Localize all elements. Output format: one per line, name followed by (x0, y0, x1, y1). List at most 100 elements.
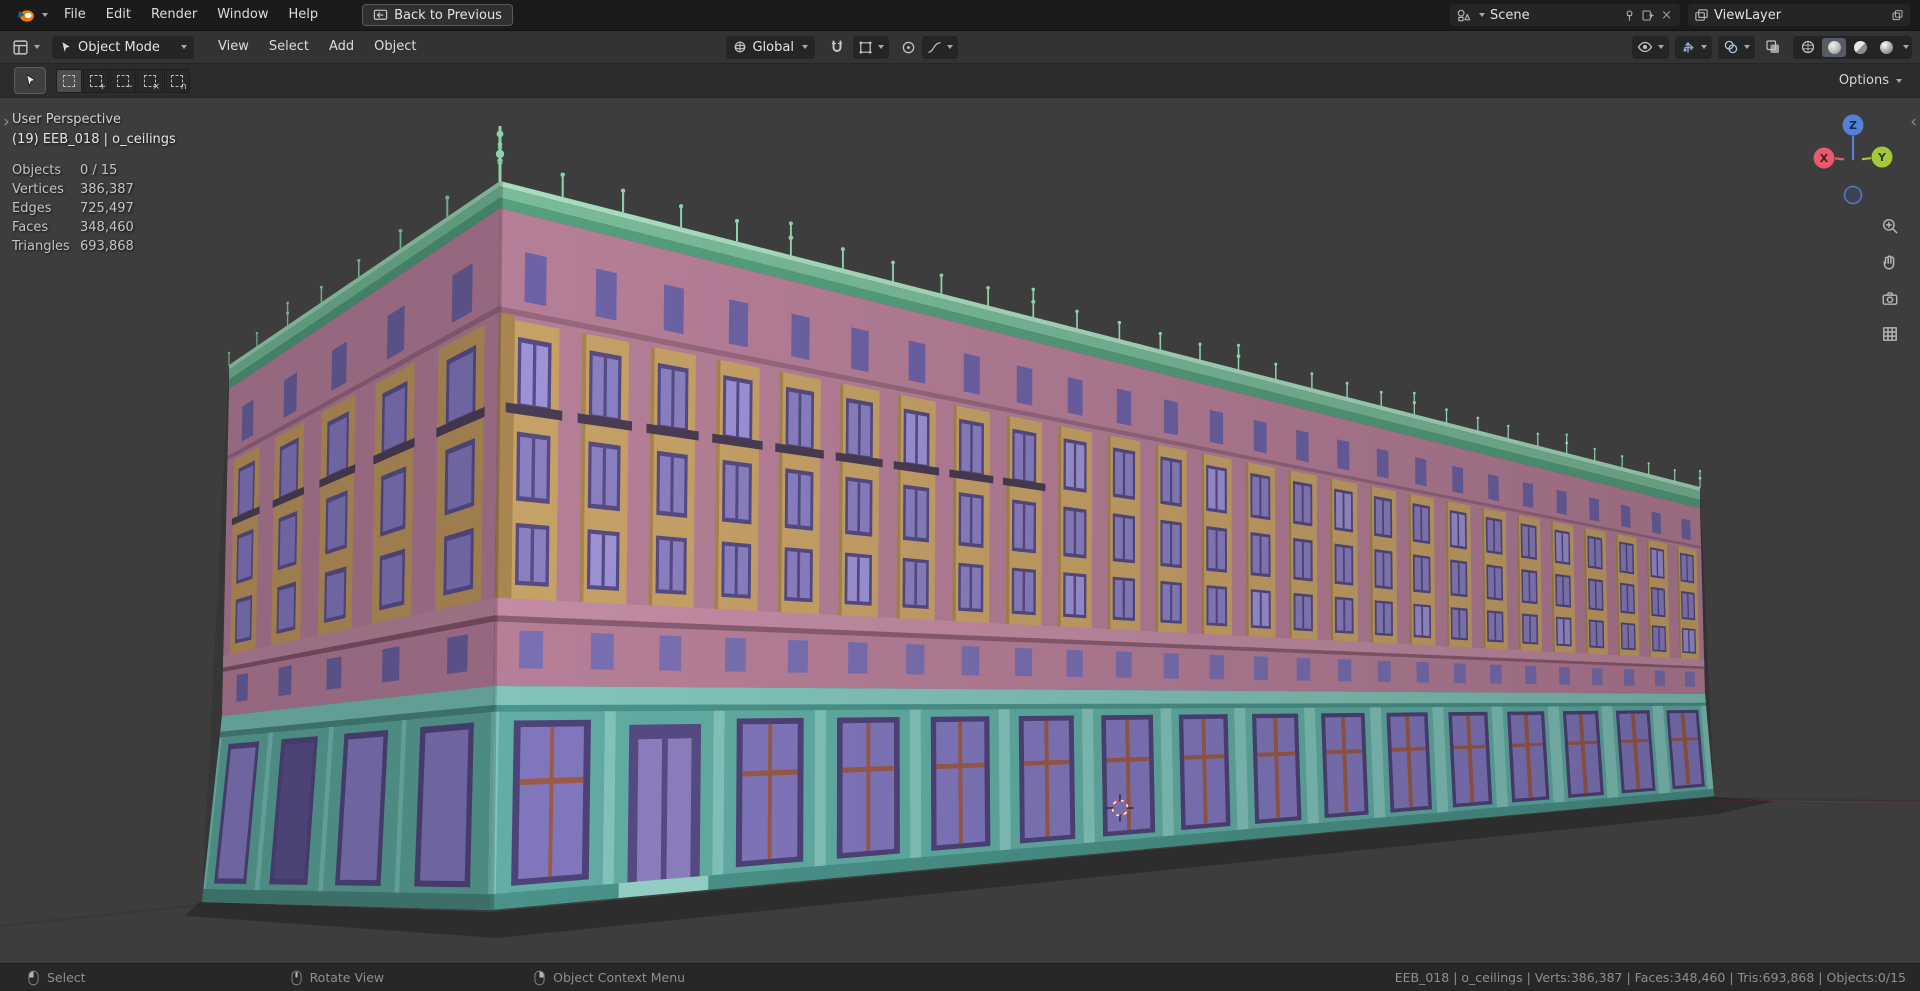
shading-wireframe-button[interactable] (1796, 38, 1820, 57)
pan-button[interactable] (1880, 252, 1900, 272)
pin-icon[interactable] (1623, 9, 1636, 22)
solid-shading-icon (1827, 40, 1841, 54)
stat-row: Vertices 386,387 (12, 182, 134, 197)
shading-material-button[interactable] (1848, 38, 1872, 57)
snap-toggle[interactable] (825, 36, 849, 59)
chevron-down-icon (1658, 45, 1664, 49)
camera-view-button[interactable] (1880, 288, 1900, 308)
select-intersect-button[interactable]: ∩ (164, 68, 190, 93)
material-preview-icon (1853, 40, 1867, 54)
orientation-global-icon (735, 41, 746, 53)
select-subtract-button[interactable]: − (110, 68, 136, 93)
gizmo-x-label: X (1820, 152, 1829, 165)
snap-target-icon (859, 41, 872, 53)
menu-add[interactable]: Add (319, 32, 364, 62)
hint-rotate-view: Rotate View (291, 970, 384, 986)
menu-view[interactable]: View (208, 32, 259, 62)
select-tool-cursor-icon (25, 74, 36, 88)
gizmos-dropdown[interactable] (1675, 35, 1712, 59)
active-tool-button[interactable] (14, 67, 46, 94)
editor-type-button[interactable] (8, 36, 44, 59)
gizmo-z-label: Z (1849, 119, 1857, 132)
select-extend-button[interactable]: + (83, 68, 109, 93)
mode-dropdown[interactable]: Object Mode (52, 35, 194, 59)
gizmo-y-label: Y (1877, 151, 1887, 164)
chevron-down-icon (946, 45, 953, 49)
hint-context-label: Object Context Menu (553, 970, 686, 985)
back-to-previous-button[interactable]: Back to Previous (362, 4, 513, 26)
proportional-editing-toggle[interactable] (897, 36, 920, 59)
back-button-label: Back to Previous (394, 7, 502, 23)
viewport-3d[interactable]: › ‹ User Perspective (19) EEB_018 | o_ce… (0, 98, 1920, 963)
overlays-icon (1724, 40, 1738, 54)
statusbar: Select Rotate View Object Context Menu E… (0, 963, 1920, 991)
topbar: File Edit Render Window Help Back to Pre… (0, 0, 1920, 31)
chevron-down-icon (181, 45, 187, 49)
zoom-icon (1882, 218, 1898, 234)
viewlayer-name: ViewLayer (1714, 7, 1782, 23)
statistics-table: Objects 0 / 15 Vertices 386,387 Edges 725,4… (12, 161, 134, 256)
shading-solid-button[interactable] (1822, 37, 1846, 57)
perspective-toggle-button[interactable] (1880, 324, 1900, 344)
mouse-left-icon (28, 970, 39, 985)
options-dropdown[interactable]: Options (1839, 73, 1906, 88)
blender-app-menu[interactable] (10, 5, 54, 25)
falloff-curve-icon (928, 41, 941, 53)
gizmo-z-negative-axis[interactable] (1843, 185, 1863, 205)
hint-select-label: Select (47, 970, 86, 985)
back-icon (373, 9, 388, 20)
ortho-grid-icon (1883, 327, 1897, 341)
overlays-dropdown[interactable] (1718, 35, 1755, 59)
menu-window[interactable]: Window (207, 0, 278, 30)
chevron-down-icon (42, 13, 48, 17)
select-invert-button[interactable]: × (137, 68, 163, 93)
scene-selector[interactable]: Scene × (1450, 4, 1680, 26)
menu-object[interactable]: Object (364, 32, 426, 62)
orientation-label: Global (752, 39, 794, 55)
menu-render[interactable]: Render (141, 0, 207, 30)
view-perspective-label: User Perspective (12, 112, 122, 127)
tool-header: + − × ∩ Options (0, 64, 1920, 98)
chevron-down-icon (1479, 13, 1485, 17)
rendered-shading-icon (1879, 40, 1893, 54)
blender-window: File Edit Render Window Help Back to Pre… (0, 0, 1920, 991)
viewlayer-selector[interactable]: ViewLayer (1688, 4, 1910, 26)
hint-select: Select (28, 970, 86, 986)
select-set-button[interactable] (56, 68, 82, 93)
new-scene-icon[interactable] (1641, 9, 1654, 22)
select-mode-group: + − × ∩ (56, 68, 190, 93)
visibility-dropdown[interactable] (1632, 35, 1669, 59)
scene-icon (1457, 9, 1471, 21)
viewlayer-icon (1695, 8, 1708, 21)
blender-logo-icon (18, 10, 34, 22)
menu-file[interactable]: File (54, 0, 96, 30)
chevron-down-icon (877, 45, 884, 49)
select-set-icon (63, 74, 75, 87)
toolbar-panel-toggle[interactable]: › (3, 114, 10, 131)
snap-target-dropdown[interactable] (852, 35, 889, 59)
xray-icon (1766, 40, 1779, 53)
magnet-icon (831, 40, 843, 52)
menu-select[interactable]: Select (259, 32, 319, 62)
wireframe-icon (1801, 40, 1815, 54)
active-object-label: (19) EEB_018 | o_ceilings (12, 132, 176, 147)
new-viewlayer-icon[interactable] (1891, 9, 1904, 22)
zoom-button[interactable] (1880, 216, 1900, 236)
sidebar-panel-toggle[interactable]: ‹ (1910, 114, 1917, 131)
unlink-scene-icon[interactable]: × (1659, 8, 1674, 23)
transform-orientation-dropdown[interactable]: Global (726, 35, 815, 59)
menu-help[interactable]: Help (279, 0, 329, 30)
hint-context-menu: Object Context Menu (534, 970, 685, 986)
viewport-header: Object Mode View Select Add Object Globa… (0, 31, 1920, 64)
shading-rendered-button[interactable] (1874, 38, 1898, 57)
navigation-gizmo[interactable]: Z X Y (1808, 102, 1898, 210)
viewport-nav-rail (1880, 216, 1900, 344)
chevron-down-icon (1896, 78, 1902, 83)
gizmo-icon (1683, 42, 1694, 53)
scene-canvas[interactable] (0, 98, 1920, 963)
viewport-overlay-stats: User Perspective (19) EEB_018 | o_ceilin… (12, 112, 176, 256)
stat-row: Triangles 693,868 (12, 239, 134, 254)
menu-edit[interactable]: Edit (96, 0, 141, 30)
xray-toggle[interactable] (1761, 36, 1785, 59)
proportional-falloff-dropdown[interactable] (921, 35, 958, 59)
